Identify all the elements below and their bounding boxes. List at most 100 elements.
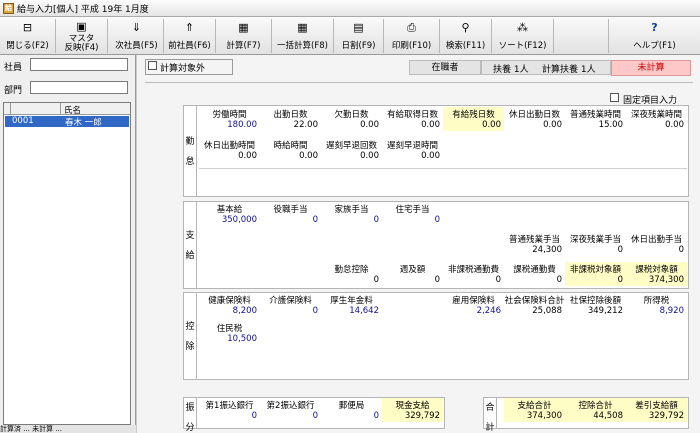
next-employee-button[interactable]: ⇓ 次社員(F5): [110, 19, 164, 53]
field-label: 課税対象額: [635, 265, 678, 275]
employee-list[interactable]: 氏名 0001 春木 一郎: [3, 102, 131, 425]
daily-proration-button[interactable]: ▤ 日割(F9): [334, 19, 384, 53]
toolbar-button-label: ソート(F12): [498, 41, 547, 51]
toolbar-button-label: 前社員(F6): [168, 41, 211, 51]
field-label: 休日出勤時間: [203, 141, 255, 151]
sort-button[interactable]: ⁂ ソート(F12): [492, 19, 554, 53]
field-value[interactable]: 0.00: [199, 151, 257, 161]
field-label: 遅刻早退回数: [325, 141, 377, 151]
field-label: 普通残業手当: [508, 235, 560, 245]
field-label: 週及額: [399, 265, 426, 275]
field-value[interactable]: 10,500: [199, 334, 257, 344]
toolbar-button-label: 次社員(F5): [115, 41, 158, 51]
employee-name: 春木 一郎: [65, 118, 102, 128]
calculate-button[interactable]: ▦ 計算(F7): [216, 19, 272, 53]
field-label: 控除合計: [578, 401, 613, 411]
door-icon: ⊟: [22, 21, 33, 34]
field-value[interactable]: 24,300: [504, 245, 562, 255]
field-label: 有給取得日数: [386, 110, 438, 120]
field-value[interactable]: 350,000: [199, 215, 257, 225]
field-value[interactable]: 0.00: [382, 151, 440, 161]
field-value[interactable]: 25,088: [504, 306, 562, 316]
field-value[interactable]: 329,792: [382, 411, 440, 421]
search-button[interactable]: ⚲ 検索(F11): [440, 19, 492, 53]
field-value[interactable]: 0: [199, 411, 257, 421]
employee-code: 0001: [12, 116, 34, 126]
field-label: 勤怠控除: [334, 265, 369, 275]
field-value[interactable]: 44,508: [565, 411, 623, 421]
totals-side-label: 合計: [483, 397, 497, 433]
field-value[interactable]: 349,212: [565, 306, 623, 316]
field-value[interactable]: 0.00: [626, 120, 684, 130]
department-label: 部門: [4, 86, 23, 96]
field-value[interactable]: 0: [565, 275, 623, 285]
field-value[interactable]: 0: [321, 411, 379, 421]
name-column-header: 氏名: [64, 106, 82, 116]
prev-employee-button[interactable]: ⇑ 前社員(F6): [164, 19, 216, 53]
person-arrow-icon: ⇓: [131, 21, 142, 34]
field-value[interactable]: 374,300: [626, 275, 684, 285]
field-label: 支給合計: [517, 401, 552, 411]
field-value[interactable]: 0: [443, 275, 501, 285]
toolbar-button-label: 計算(F7): [226, 41, 261, 51]
field-value[interactable]: 0.00: [504, 120, 562, 130]
window-title: 給与入力[個人] 平成 19年 1月度: [17, 5, 149, 15]
field-value[interactable]: 0: [321, 215, 379, 225]
field-value[interactable]: 22.00: [260, 120, 318, 130]
calc-status-badge: 未計算: [611, 60, 691, 76]
help-button[interactable]: ? ヘルプ(F1): [608, 19, 700, 53]
print-button[interactable]: ⎙ 印刷(F10): [384, 19, 440, 53]
master-reflect-button[interactable]: ▣ マスタ 反映(F4): [56, 19, 108, 53]
field-label: 深夜残業時間: [630, 110, 682, 120]
field-value[interactable]: 0: [260, 215, 318, 225]
field-value[interactable]: 0: [504, 275, 562, 285]
field-value[interactable]: 0: [321, 275, 379, 285]
field-value[interactable]: 0.00: [382, 120, 440, 130]
calculator-icon: ▦: [297, 21, 308, 34]
dependents-count: 扶養 1人: [493, 65, 529, 75]
field-value[interactable]: 8,920: [626, 306, 684, 316]
field-value[interactable]: 8,200: [199, 306, 257, 316]
toolbar-button-label-line2: 反映(F4): [64, 43, 99, 53]
field-value[interactable]: 0.00: [321, 151, 379, 161]
field-value[interactable]: 329,792: [626, 411, 684, 421]
field-value[interactable]: 0: [565, 245, 623, 255]
field-value[interactable]: 0: [382, 275, 440, 285]
computer-icon: ▣: [76, 20, 87, 33]
department-field[interactable]: [30, 81, 128, 94]
employee-label: 社員: [4, 63, 23, 73]
field-label: 時給時間: [273, 141, 308, 151]
field-value[interactable]: 0: [260, 411, 318, 421]
field-value[interactable]: 0: [382, 215, 440, 225]
deduction-side-label: 控除: [183, 292, 197, 380]
field-label: 住宅手当: [395, 205, 430, 215]
toolbar-button-label: 日割(F9): [341, 41, 376, 51]
calculator-icon: ▦: [238, 21, 249, 34]
field-label: 休日出勤手当: [630, 235, 682, 245]
fixed-items-checkbox[interactable]: [610, 93, 619, 102]
field-label: 郵便局: [338, 401, 365, 411]
field-value[interactable]: 0.00: [260, 151, 318, 161]
close-button[interactable]: ⊟ 閉じる(F2): [0, 19, 56, 53]
field-label: 健康保険料: [208, 296, 251, 306]
field-value[interactable]: 0: [260, 306, 318, 316]
field-label: 休日出勤日数: [508, 110, 560, 120]
field-value[interactable]: 15.00: [565, 120, 623, 130]
field-label: 厚生年金料: [330, 296, 373, 306]
toolbar-button-label: 閉じる(F2): [6, 41, 49, 51]
field-label: 非課税通勤費: [447, 265, 499, 275]
toolbar-button-label: 検索(F11): [445, 41, 486, 51]
field-label: 第2振込銀行: [266, 401, 315, 411]
list-item[interactable]: 0001 春木 一郎: [5, 116, 129, 128]
field-value[interactable]: 0: [626, 245, 684, 255]
field-value[interactable]: 0.00: [321, 120, 379, 130]
person-arrow-icon: ⇑: [184, 21, 195, 34]
field-value[interactable]: 0.00: [443, 120, 501, 130]
toolbar-button-label: 一括計算(F8): [277, 41, 328, 51]
field-value[interactable]: 374,300: [504, 411, 562, 421]
field-value[interactable]: 180.00: [199, 120, 257, 130]
employee-field[interactable]: [30, 58, 128, 71]
field-value[interactable]: 14,642: [321, 306, 379, 316]
batch-calculate-button[interactable]: ▦ 一括計算(F8): [272, 19, 334, 53]
field-value[interactable]: 2,246: [443, 306, 501, 316]
